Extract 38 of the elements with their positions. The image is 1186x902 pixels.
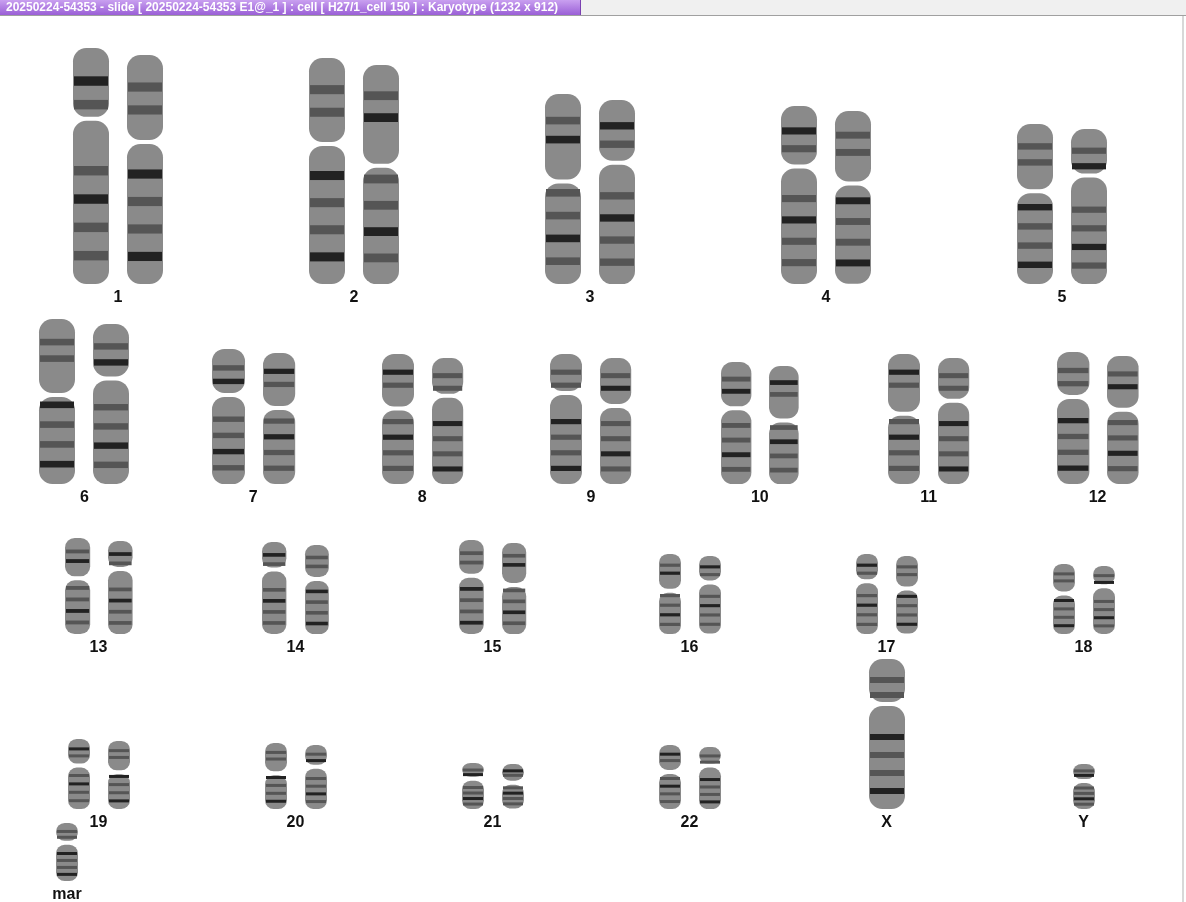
- chromosome-label: 5: [1057, 288, 1067, 306]
- chromosome-label: 3: [585, 288, 595, 306]
- chromosome-label: 14: [286, 638, 305, 656]
- chromosome-label: 1: [113, 288, 123, 306]
- chromosome: [262, 743, 289, 809]
- chromosome-label: 18: [1074, 638, 1093, 656]
- chromosome: [499, 764, 526, 809]
- chromosome-label: 6: [79, 488, 89, 506]
- chromosome: [1050, 564, 1077, 634]
- chromosome-label: 9: [586, 488, 596, 506]
- chromosome: [656, 745, 683, 809]
- chromosome: [459, 763, 486, 809]
- chromosome-label: mar: [52, 885, 82, 902]
- chromosome: [302, 745, 329, 809]
- chromosome-label: 11: [920, 488, 938, 506]
- chromosome-label: 10: [750, 488, 769, 506]
- chromosome-label: 22: [680, 813, 699, 831]
- chromosome: [65, 739, 92, 809]
- chromosome-label: 13: [89, 638, 108, 656]
- chromosome-label: 2: [349, 288, 359, 306]
- chromosome: [105, 741, 132, 809]
- chromosome: [1090, 566, 1117, 634]
- chromosome-label: 19: [89, 813, 108, 831]
- chromosome-label: 17: [877, 638, 896, 656]
- chromosome-label: X: [881, 813, 892, 831]
- chromosome-label: 12: [1088, 488, 1107, 506]
- chromosome-label: 16: [680, 638, 699, 656]
- chromosome-label: 21: [483, 813, 502, 831]
- chromosome-label: 4: [821, 288, 831, 306]
- chromosome-label: 8: [417, 488, 427, 506]
- chromosome-label: 15: [483, 638, 502, 656]
- chromosome-label: 20: [286, 813, 305, 831]
- chromosome: [54, 823, 80, 881]
- chromosome: [1070, 764, 1097, 809]
- chromosome: [696, 746, 723, 809]
- window-title[interactable]: 20250224-54353 - slide [ 20250224-54353 E1@_1 ] : cell [ H27/1_cell 150 ] : Karyotype (1232 x 912): [0, 0, 582, 15]
- chromosome-label: Y: [1078, 813, 1089, 831]
- chromosome-label: 7: [248, 488, 258, 506]
